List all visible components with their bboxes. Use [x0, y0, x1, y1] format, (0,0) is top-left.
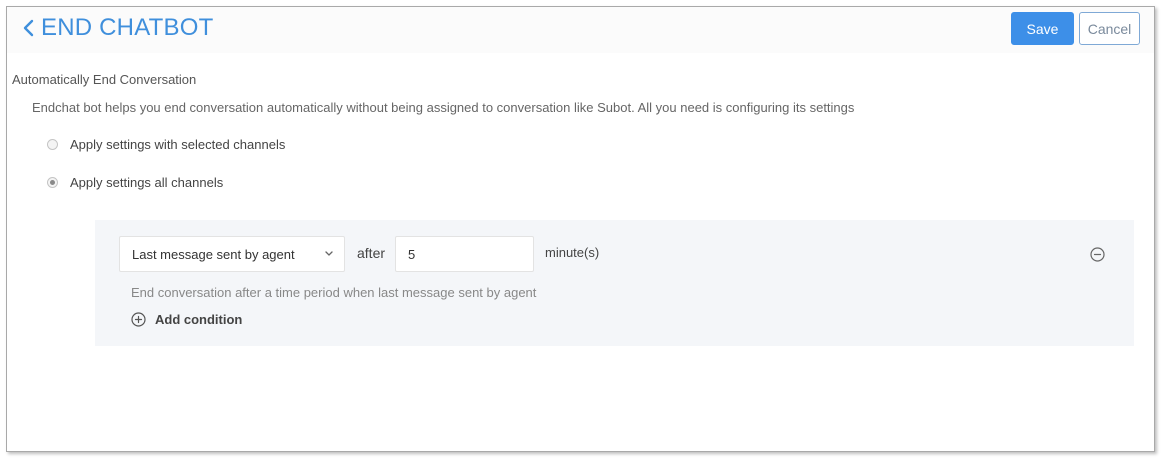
- after-label: after: [357, 245, 386, 261]
- radio-all-channels[interactable]: Apply settings all channels: [47, 175, 223, 190]
- condition-hint: End conversation after a time period whe…: [131, 285, 537, 300]
- radio-selected-channels[interactable]: Apply settings with selected channels: [47, 137, 285, 152]
- trigger-select-value: Last message sent by agent: [132, 246, 295, 262]
- minutes-input[interactable]: [395, 236, 534, 272]
- radio-button[interactable]: [47, 139, 58, 150]
- chevron-down-icon: [325, 251, 333, 256]
- radio-label: Apply settings with selected channels: [70, 137, 286, 152]
- end-chatbot-window: END CHATBOT Save Cancel Automatically En…: [6, 6, 1155, 452]
- section-title: Automatically End Conversation: [12, 72, 197, 87]
- page-title: END CHATBOT: [41, 14, 214, 41]
- add-condition-button[interactable]: Add condition: [131, 312, 242, 327]
- minus-circle-icon[interactable]: [1090, 247, 1105, 262]
- page-header: END CHATBOT Save Cancel: [7, 7, 1154, 53]
- trigger-select[interactable]: Last message sent by agent: [119, 236, 345, 272]
- radio-label: Apply settings all channels: [70, 175, 224, 190]
- back-link[interactable]: END CHATBOT: [21, 15, 213, 41]
- cancel-button[interactable]: Cancel: [1079, 12, 1140, 45]
- radio-button-checked[interactable]: [47, 177, 58, 188]
- section-description: Endchat bot helps you end conversation a…: [32, 100, 855, 115]
- add-condition-label: Add condition: [155, 312, 243, 327]
- plus-circle-icon[interactable]: [131, 312, 146, 327]
- condition-panel: Last message sent by agent after minute(…: [95, 220, 1134, 346]
- unit-label: minute(s): [545, 245, 600, 260]
- chevron-left-icon[interactable]: [21, 15, 37, 41]
- save-button[interactable]: Save: [1011, 12, 1074, 45]
